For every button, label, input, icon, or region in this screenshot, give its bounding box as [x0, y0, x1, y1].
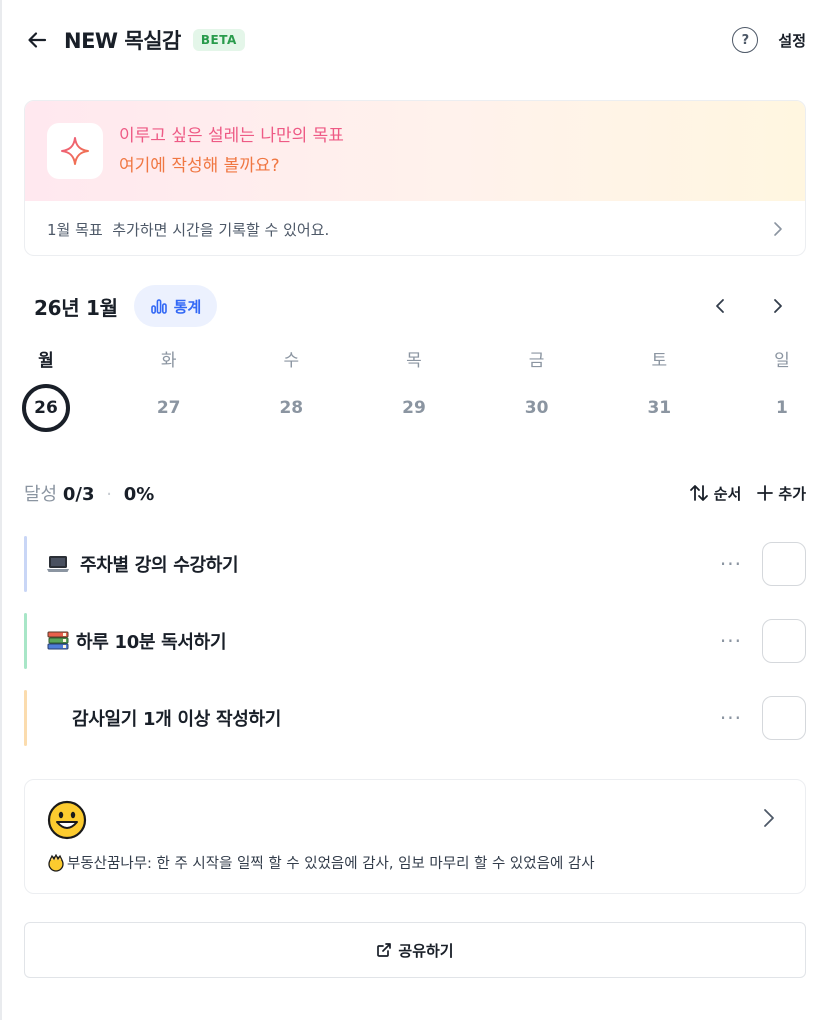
plus-icon: [757, 485, 774, 501]
todo-checkbox[interactable]: [762, 542, 806, 586]
order-button[interactable]: 순서: [689, 483, 742, 504]
more-options-button[interactable]: ···: [720, 706, 742, 730]
gratitude-diary-card[interactable]: 부동산꿈나무: 한 주 시작을 일찍 할 수 있었음에 감사, 임보 마무리 할…: [24, 779, 806, 894]
date-row: 26 27 28 29 30 31 1: [22, 384, 806, 432]
date-cell[interactable]: 29: [390, 384, 438, 432]
goal-prompt-text: 이루고 싶은 설레는 나만의 목표 여기에 작성해 볼까요?: [119, 121, 344, 181]
month-label: 26년 1월: [34, 295, 118, 320]
month-nav: [706, 292, 792, 320]
goal-prompt[interactable]: 이루고 싶은 설레는 나만의 목표 여기에 작성해 볼까요?: [25, 101, 805, 201]
chevron-right-icon: [764, 809, 774, 827]
smiling-face-icon: [47, 800, 87, 840]
beta-badge: BETA: [192, 29, 245, 51]
stats-button[interactable]: 통계: [133, 285, 218, 327]
achievement-percent: 0%: [123, 484, 155, 505]
stats-label: 통계: [173, 297, 202, 316]
monthly-goal-row[interactable]: 1월 목표 추가하면 시간을 기록할 수 있어요.: [25, 201, 805, 255]
weekday-label: 수: [283, 351, 300, 371]
date-selected[interactable]: 26: [22, 384, 70, 432]
share-label: 공유하기: [398, 941, 454, 960]
chevron-right-icon: [774, 299, 782, 313]
books-icon: [46, 629, 70, 653]
back-button[interactable]: [22, 25, 52, 55]
laptop-icon: [46, 552, 70, 576]
weekday-label: 화: [160, 351, 177, 371]
weekday-label: 월: [38, 351, 54, 371]
raised-hands-icon: [48, 853, 64, 872]
achievement-count: 0/3: [62, 484, 95, 505]
achievement-row: 달성 0/3 · 0% 순서 추가: [24, 478, 806, 508]
chevron-right-icon: [774, 222, 782, 236]
todo-checkbox[interactable]: [762, 619, 806, 663]
left-divider: [0, 0, 2, 1020]
more-options-button[interactable]: ···: [720, 629, 742, 653]
sparkle-icon-box: [47, 123, 103, 179]
arrow-left-icon: [28, 32, 47, 48]
todo-text: 주차별 강의 수강하기: [80, 555, 239, 576]
goal-prompt-line1: 이루고 싶은 설레는 나만의 목표: [119, 126, 344, 146]
weekday-label: 금: [528, 351, 545, 371]
page-title: NEW 목실감: [64, 29, 181, 53]
share-button[interactable]: 공유하기: [24, 922, 806, 978]
todo-text: 하루 10분 독서하기: [76, 632, 227, 653]
date-cell[interactable]: 28: [267, 384, 315, 432]
diary-entry-text: 부동산꿈나무: 한 주 시작을 일찍 할 수 있었음에 감사, 임보 마무리 할…: [67, 856, 595, 872]
bar-chart-icon: [150, 299, 167, 314]
header-actions: ? 설정: [732, 27, 806, 53]
date-cell[interactable]: 1: [758, 384, 806, 432]
todo-color-bar: [24, 536, 27, 592]
help-icon: ?: [741, 32, 750, 48]
achievement-separator: ·: [106, 484, 112, 505]
todo-text: 감사일기 1개 이상 작성하기: [72, 709, 281, 730]
weekday-row: 월 화 수 목 금 토 일: [22, 348, 806, 374]
diary-entry: 부동산꿈나무: 한 주 시작을 일찍 할 수 있었음에 감사, 임보 마무리 할…: [47, 852, 783, 873]
order-label: 순서: [713, 484, 742, 503]
week-calendar: 월 화 수 목 금 토 일 26 27 28 29 30 31 1: [22, 348, 806, 432]
todo-item[interactable]: 주차별 강의 수강하기 ···: [24, 536, 806, 592]
date-cell[interactable]: 30: [513, 384, 561, 432]
monthly-goal-hint: 1월 목표 추가하면 시간을 기록할 수 있어요.: [47, 220, 330, 239]
date-cell[interactable]: 27: [145, 384, 193, 432]
achievement-summary: 달성 0/3 · 0%: [24, 480, 154, 506]
header: NEW 목실감 BETA ? 설정: [24, 22, 806, 58]
next-week-button[interactable]: [764, 292, 792, 320]
add-todo-button[interactable]: 추가: [757, 483, 806, 504]
weekday-label: 토: [651, 351, 668, 371]
todo-actions: 순서 추가: [689, 483, 806, 504]
weekday-label: 일: [774, 351, 790, 371]
chevron-left-icon: [716, 299, 724, 313]
sort-icon: [689, 485, 708, 501]
prev-week-button[interactable]: [706, 292, 734, 320]
external-link-icon: [377, 943, 392, 957]
settings-button[interactable]: 설정: [778, 30, 806, 51]
more-options-button[interactable]: ···: [720, 552, 742, 576]
sparkle-icon: [61, 137, 89, 165]
todo-item[interactable]: 하루 10분 독서하기 ···: [24, 613, 806, 669]
goal-prompt-line2: 여기에 작성해 볼까요?: [119, 156, 280, 176]
achievement-label: 달성: [24, 484, 58, 505]
weekday-label: 목: [406, 351, 422, 371]
add-label: 추가: [778, 484, 806, 503]
help-button[interactable]: ?: [732, 27, 759, 53]
month-header: 26년 1월 통계: [34, 283, 806, 329]
todo-item[interactable]: 감사일기 1개 이상 작성하기 ···: [24, 690, 806, 746]
todo-checkbox[interactable]: [762, 696, 806, 740]
date-cell[interactable]: 31: [635, 384, 683, 432]
todo-color-bar: [24, 690, 27, 746]
todo-color-bar: [24, 613, 27, 669]
goal-card: 이루고 싶은 설레는 나만의 목표 여기에 작성해 볼까요? 1월 목표 추가하…: [24, 100, 806, 256]
